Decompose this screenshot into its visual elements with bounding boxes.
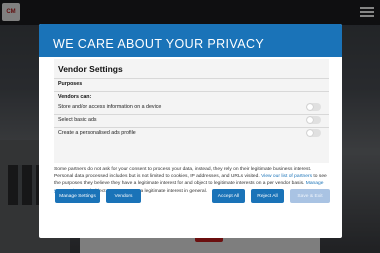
- purpose-row: Select basic ads: [54, 115, 329, 127]
- consent-text: and object to purposes as a legitimate i…: [81, 188, 208, 194]
- purpose-label: Create a personalised ads profile: [58, 130, 136, 136]
- vendor-settings-panel[interactable]: Vendor Settings Purposes Vendors can: St…: [54, 59, 329, 163]
- modal-title: WE CARE ABOUT YOUR PRIVACY: [53, 37, 265, 51]
- partners-link[interactable]: View our list of partners: [261, 174, 312, 179]
- purposes-heading: Purposes: [58, 81, 83, 87]
- manage-settings-button[interactable]: Manage Settings: [55, 189, 100, 203]
- purpose-row: Create a personalised ads profile: [54, 128, 329, 140]
- vendors-button[interactable]: Vendors: [106, 189, 141, 203]
- vendor-settings-heading: Vendor Settings: [58, 64, 123, 74]
- vendors-can-label: Vendors can:: [58, 94, 92, 100]
- privacy-modal: WE CARE ABOUT YOUR PRIVACY Vendor Settin…: [39, 24, 342, 238]
- purpose-toggle[interactable]: [306, 116, 321, 124]
- accept-all-button[interactable]: Accept All: [212, 189, 245, 203]
- save-exit-button[interactable]: Save & Exit: [290, 189, 330, 203]
- purpose-label: Store and/or access information on a dev…: [58, 104, 162, 110]
- purpose-label: Select basic ads: [58, 117, 97, 123]
- purpose-row: Store and/or access information on a dev…: [54, 102, 329, 114]
- reject-all-button[interactable]: Reject All: [251, 189, 284, 203]
- divider: [54, 78, 329, 79]
- divider: [54, 91, 329, 92]
- purpose-toggle[interactable]: [306, 129, 321, 137]
- modal-header: WE CARE ABOUT YOUR PRIVACY: [39, 24, 342, 57]
- purpose-toggle[interactable]: [306, 103, 321, 111]
